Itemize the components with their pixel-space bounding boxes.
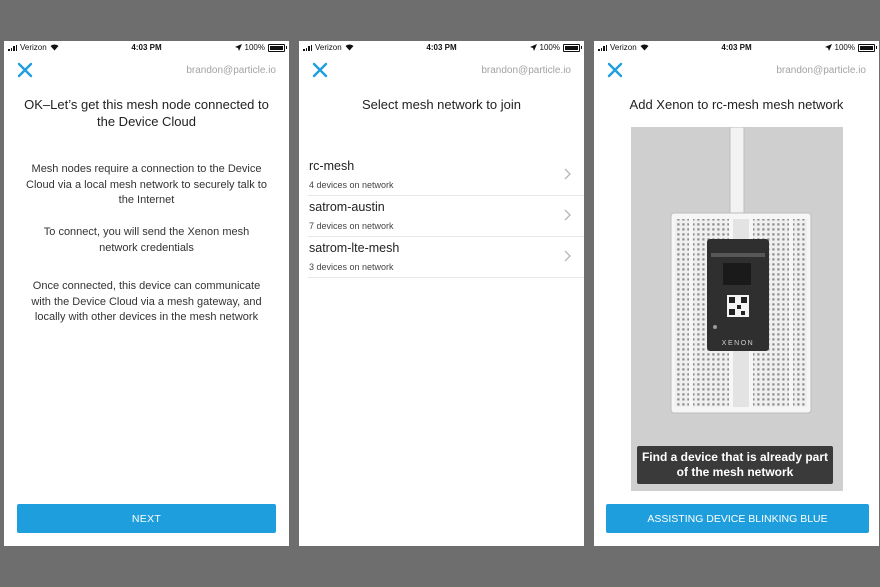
instruction-caption: Find a device that is already part of th…	[637, 446, 833, 484]
board-label: XENON	[722, 340, 754, 347]
phone-screen-intro: Verizon 4:03 PM 100% brandon@particle.io…	[4, 41, 289, 546]
intro-paragraph-2: To connect, you will send the Xenon mesh…	[43, 226, 250, 254]
page-title: OK–Let’s get this mesh node connected to…	[24, 97, 269, 129]
network-name: satrom-lte-mesh	[309, 241, 400, 255]
network-device-count: 4 devices on network	[309, 180, 394, 190]
battery-icon	[858, 43, 877, 52]
network-device-count: 3 devices on network	[309, 262, 394, 272]
network-device-count: 7 devices on network	[309, 221, 394, 231]
network-item-satrom-lte-mesh[interactable]: satrom-lte-mesh 3 devices on network	[308, 237, 584, 278]
close-icon[interactable]	[16, 61, 34, 79]
xenon-board: XENON	[707, 239, 769, 351]
battery-label: 100%	[244, 43, 265, 52]
location-icon	[824, 44, 832, 51]
status-bar: Verizon 4:03 PM 100%	[594, 41, 879, 55]
battery-icon	[563, 43, 582, 52]
phone-screen-select-network: Verizon 4:03 PM 100% brandon@particle.io…	[299, 41, 584, 546]
battery-label: 100%	[834, 43, 855, 52]
device-illustration: XENON	[631, 127, 843, 491]
chevron-right-icon	[564, 250, 571, 262]
account-email: brandon@particle.io	[481, 65, 571, 76]
close-icon[interactable]	[311, 61, 329, 79]
phone-screen-add-device: Verizon 4:03 PM 100% brandon@particle.io…	[594, 41, 879, 546]
network-list: rc-mesh 4 devices on network satrom-aust…	[299, 155, 584, 278]
network-item-rc-mesh[interactable]: rc-mesh 4 devices on network	[308, 155, 584, 196]
network-name: satrom-austin	[309, 200, 385, 214]
xenon-breadboard-image: XENON	[670, 127, 812, 414]
status-bar: Verizon 4:03 PM 100%	[299, 41, 584, 55]
status-bar: Verizon 4:03 PM 100%	[4, 41, 289, 55]
intro-paragraph-1: Mesh nodes require a connection to the D…	[26, 163, 267, 206]
chevron-right-icon	[564, 209, 571, 221]
next-button[interactable]: NEXT	[17, 504, 276, 533]
chevron-right-icon	[564, 168, 571, 180]
page-title: Select mesh network to join	[362, 97, 521, 112]
network-item-satrom-austin[interactable]: satrom-austin 7 devices on network	[308, 196, 584, 237]
location-icon	[234, 44, 242, 51]
battery-label: 100%	[539, 43, 560, 52]
close-icon[interactable]	[606, 61, 624, 79]
network-name: rc-mesh	[309, 159, 355, 173]
page-title: Add Xenon to rc-mesh mesh network	[629, 97, 844, 112]
location-icon	[529, 44, 537, 51]
assisting-device-blinking-blue-button[interactable]: ASSISTING DEVICE BLINKING BLUE	[606, 504, 869, 533]
account-email: brandon@particle.io	[186, 65, 276, 76]
battery-icon	[268, 43, 287, 52]
account-email: brandon@particle.io	[776, 65, 866, 76]
intro-paragraph-3: Once connected, this device can communic…	[31, 280, 262, 323]
